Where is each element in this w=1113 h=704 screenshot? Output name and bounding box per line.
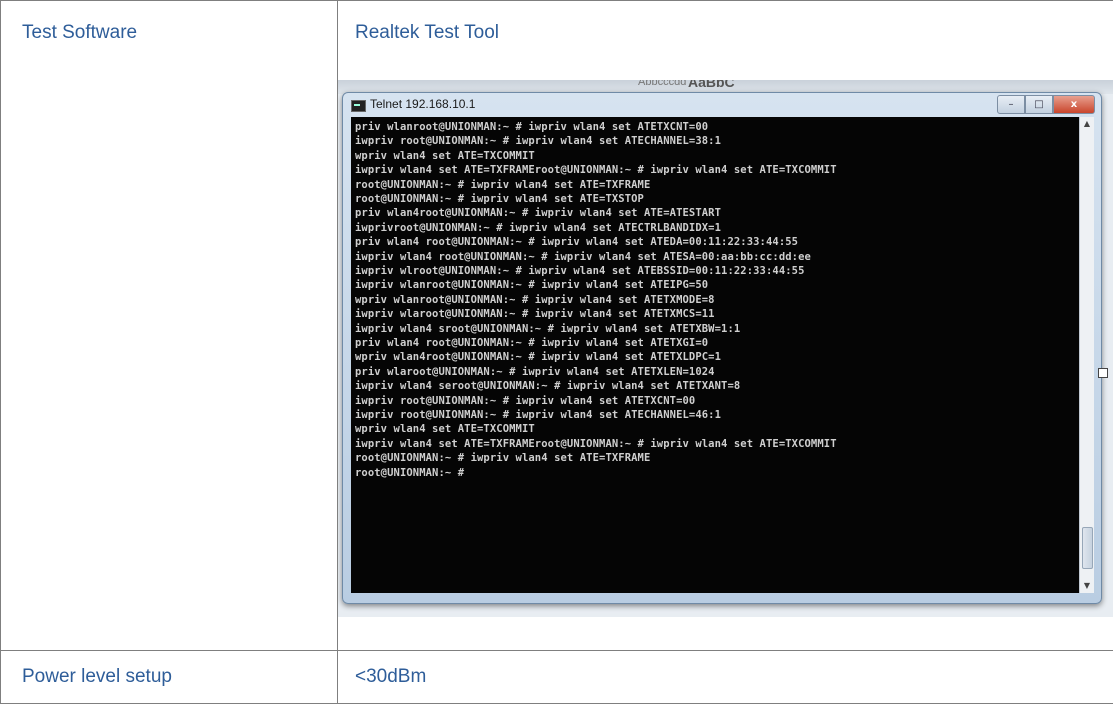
window-title: Telnet 192.168.10.1 bbox=[370, 97, 476, 111]
terminal-line: priv wlan4root@UNIONMAN:~ # iwpriv wlan4… bbox=[355, 207, 722, 220]
row-label-test-software: Test Software bbox=[22, 22, 138, 43]
telnet-window: Telnet 192.168.10.1 – □ x priv wlanroot@… bbox=[342, 92, 1102, 604]
terminal-line: priv wlanroot@UNIONMAN:~ # iwpriv wlan4 … bbox=[355, 121, 709, 133]
table-border-top bbox=[0, 0, 1113, 1]
row-label-power-level: Power level setup bbox=[22, 666, 172, 687]
terminal-line: wpriv wlan4 set ATE=TXCOMMIT bbox=[355, 149, 535, 162]
terminal-line: iwpriv root@UNIONMAN:~ # iwpriv wlan4 se… bbox=[355, 394, 696, 407]
terminal-line: iwpriv wlan4 set ATE=TXFRAMEroot@UNIONMA… bbox=[355, 164, 837, 177]
vertical-scrollbar[interactable]: ▲ ▼ bbox=[1079, 117, 1094, 593]
terminal-line: wpriv wlan4root@UNIONMAN:~ # iwpriv wlan… bbox=[355, 351, 722, 364]
terminal-line: iwpriv wlan4 root@UNIONMAN:~ # iwpriv wl… bbox=[355, 250, 811, 263]
console-icon bbox=[351, 100, 366, 112]
window-titlebar[interactable]: Telnet 192.168.10.1 – □ x bbox=[343, 93, 1101, 117]
table-border-left bbox=[0, 0, 1, 704]
terminal-line: root@UNIONMAN:~ # iwpriv wlan4 set ATE=T… bbox=[355, 452, 651, 465]
terminal-line: iwpriv root@UNIONMAN:~ # iwpriv wlan4 se… bbox=[355, 135, 722, 148]
terminal-line: priv wlan4 root@UNIONMAN:~ # iwpriv wlan… bbox=[355, 337, 709, 349]
terminal-line: iwpriv wlan4 sroot@UNIONMAN:~ # iwpriv w… bbox=[355, 322, 741, 335]
table-row-divider bbox=[0, 650, 1113, 651]
scroll-down-arrow-icon[interactable]: ▼ bbox=[1080, 579, 1094, 593]
row-value-test-software: Realtek Test Tool bbox=[355, 22, 499, 43]
terminal-output[interactable]: priv wlanroot@UNIONMAN:~ # iwpriv wlan4 … bbox=[351, 117, 1079, 593]
terminal-line: iwpriv root@UNIONMAN:~ # iwpriv wlan4 se… bbox=[355, 409, 722, 421]
background-text-small: Abbcccdd bbox=[638, 80, 687, 88]
scrollbar-thumb[interactable] bbox=[1082, 527, 1093, 569]
terminal-line: wpriv wlanroot@UNIONMAN:~ # iwpriv wlan4… bbox=[355, 293, 715, 306]
maximize-button[interactable]: □ bbox=[1025, 95, 1053, 114]
terminal-line: iwprivroot@UNIONMAN:~ # iwpriv wlan4 set… bbox=[355, 221, 722, 234]
terminal-line: iwpriv wlanroot@UNIONMAN:~ # iwpriv wlan… bbox=[355, 279, 709, 292]
resize-handle[interactable] bbox=[1098, 368, 1108, 378]
telnet-screenshot: Abbcccdd AaBbC Telnet 192.168.10.1 – □ x… bbox=[338, 80, 1113, 617]
terminal-line: root@UNIONMAN:~ # iwpriv wlan4 set ATE=T… bbox=[355, 178, 651, 191]
terminal-line: iwpriv wlan4 set ATE=TXFRAMEroot@UNIONMA… bbox=[355, 437, 837, 450]
window-controls: – □ x bbox=[997, 95, 1095, 114]
minimize-button[interactable]: – bbox=[997, 95, 1025, 114]
terminal-line: root@UNIONMAN:~ # iwpriv wlan4 set ATE=T… bbox=[355, 193, 644, 205]
scroll-up-arrow-icon[interactable]: ▲ bbox=[1080, 117, 1094, 131]
terminal-line: wpriv wlan4 set ATE=TXCOMMIT bbox=[355, 423, 535, 436]
terminal-line: priv wlaroot@UNIONMAN:~ # iwpriv wlan4 s… bbox=[355, 365, 715, 378]
terminal-line: root@UNIONMAN:~ # bbox=[355, 466, 465, 479]
background-text-large: AaBbC bbox=[688, 80, 735, 90]
terminal-line: iwpriv wlroot@UNIONMAN:~ # iwpriv wlan4 … bbox=[355, 265, 805, 277]
terminal-line: iwpriv wlan4 seroot@UNIONMAN:~ # iwpriv … bbox=[355, 380, 741, 393]
terminal-line: priv wlan4 root@UNIONMAN:~ # iwpriv wlan… bbox=[355, 236, 799, 249]
terminal-line: iwpriv wlaroot@UNIONMAN:~ # iwpriv wlan4… bbox=[355, 308, 715, 321]
close-button[interactable]: x bbox=[1053, 95, 1095, 114]
row-value-power-level: <30dBm bbox=[355, 666, 427, 687]
